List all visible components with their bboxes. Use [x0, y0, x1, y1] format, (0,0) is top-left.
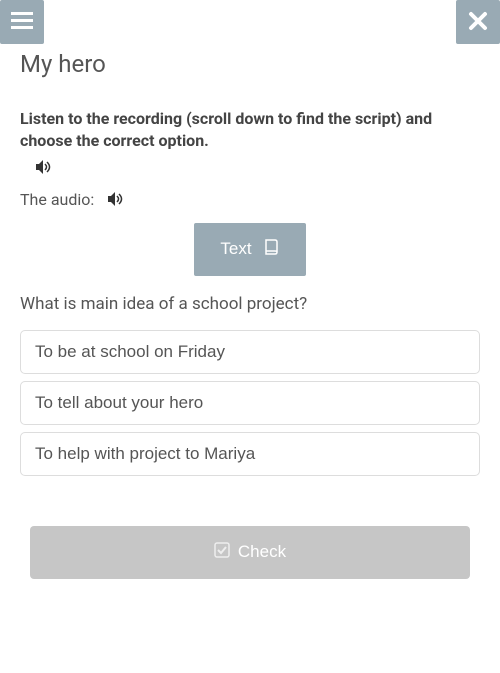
- close-icon: [468, 11, 488, 34]
- check-button-label: Check: [238, 542, 286, 562]
- check-icon: [214, 542, 230, 563]
- question-text: What is main idea of a school project?: [20, 294, 480, 314]
- options-list: To be at school on Friday To tell about …: [20, 330, 480, 476]
- option-3[interactable]: To help with project to Mariya: [20, 432, 480, 476]
- page-title: My hero: [20, 50, 480, 78]
- text-button[interactable]: Text: [194, 223, 305, 276]
- close-button[interactable]: [456, 0, 500, 44]
- option-1[interactable]: To be at school on Friday: [20, 330, 480, 374]
- check-button[interactable]: Check: [30, 526, 470, 579]
- audio-label: The audio:: [20, 190, 94, 209]
- speaker-icon[interactable]: [36, 160, 52, 174]
- book-icon: [264, 239, 280, 260]
- hamburger-icon: [11, 12, 33, 33]
- instruction-text: Listen to the recording (scroll down to …: [20, 108, 480, 153]
- option-2[interactable]: To tell about your hero: [20, 381, 480, 425]
- text-button-label: Text: [220, 239, 251, 259]
- speaker-icon[interactable]: [108, 192, 124, 206]
- menu-button[interactable]: [0, 0, 44, 44]
